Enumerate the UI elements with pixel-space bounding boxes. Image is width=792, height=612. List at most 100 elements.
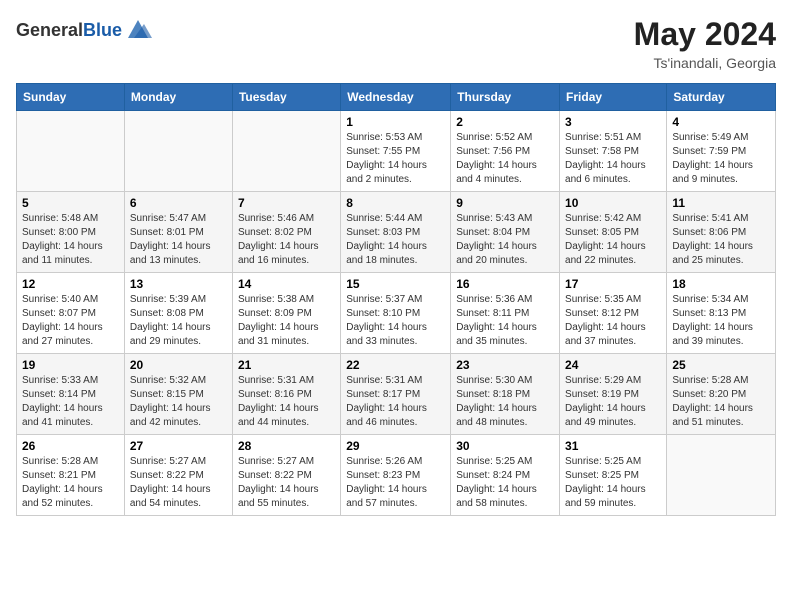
logo-text: GeneralBlue: [16, 20, 122, 41]
calendar-cell: 2 Sunrise: 5:52 AM Sunset: 7:56 PM Daylig…: [451, 111, 560, 192]
weekday-header-friday: Friday: [560, 84, 667, 111]
day-info: Sunrise: 5:39 AM Sunset: 8:08 PM Dayligh…: [130, 293, 227, 349]
day-info: Sunrise: 5:33 AM Sunset: 8:14 PM Dayligh…: [22, 374, 119, 430]
calendar-cell: 7 Sunrise: 5:46 AM Sunset: 8:02 PM Daylig…: [232, 192, 340, 273]
calendar-week-3: 12Sunrise: 5:40 AM Sunset: 8:07 PM Dayli…: [17, 273, 776, 354]
day-info: Sunrise: 5:46 AM Sunset: 8:02 PM Dayligh…: [238, 212, 335, 268]
calendar-cell: [232, 111, 340, 192]
logo: GeneralBlue: [16, 16, 152, 44]
calendar-cell: 3Sunrise: 5:51 AM Sunset: 7:58 PM Daylig…: [560, 111, 667, 192]
day-number: 30: [456, 439, 554, 453]
day-info: Sunrise: 5:53 AM Sunset: 7:55 PM Dayligh…: [346, 131, 445, 187]
day-info: Sunrise: 5:25 AM Sunset: 8:25 PM Dayligh…: [565, 455, 661, 511]
day-number: 15: [346, 277, 445, 291]
calendar-cell: 23 Sunrise: 5:30 AM Sunset: 8:18 PM Dayli…: [451, 354, 560, 435]
day-info: Sunrise: 5:29 AM Sunset: 8:19 PM Dayligh…: [565, 374, 661, 430]
logo-general: General: [16, 20, 83, 40]
calendar-cell: 28Sunrise: 5:27 AM Sunset: 8:22 PM Dayli…: [232, 435, 340, 516]
day-number: 3: [565, 115, 661, 129]
day-number: 1: [346, 115, 445, 129]
location-subtitle: Ts'inandali, Georgia: [634, 55, 776, 71]
calendar-cell: 22 Sunrise: 5:31 AM Sunset: 8:17 PM Dayli…: [341, 354, 451, 435]
calendar-cell: 15 Sunrise: 5:37 AM Sunset: 8:10 PM Dayli…: [341, 273, 451, 354]
day-number: 25: [672, 358, 770, 372]
calendar-cell: 24 Sunrise: 5:29 AM Sunset: 8:19 PM Dayli…: [560, 354, 667, 435]
calendar-cell: 8Sunrise: 5:44 AM Sunset: 8:03 PM Daylig…: [341, 192, 451, 273]
day-info: Sunrise: 5:48 AM Sunset: 8:00 PM Dayligh…: [22, 212, 119, 268]
day-number: 17: [565, 277, 661, 291]
day-number: 10: [565, 196, 661, 210]
calendar-cell: 31 Sunrise: 5:25 AM Sunset: 8:25 PM Dayli…: [560, 435, 667, 516]
weekday-header-sunday: Sunday: [17, 84, 125, 111]
calendar-cell: 30 Sunrise: 5:25 AM Sunset: 8:24 PM Dayli…: [451, 435, 560, 516]
calendar-cell: 19Sunrise: 5:33 AM Sunset: 8:14 PM Dayli…: [17, 354, 125, 435]
calendar-cell: 29Sunrise: 5:26 AM Sunset: 8:23 PM Dayli…: [341, 435, 451, 516]
day-number: 4: [672, 115, 770, 129]
calendar-cell: [667, 435, 776, 516]
day-number: 2: [456, 115, 554, 129]
calendar-cell: 21Sunrise: 5:31 AM Sunset: 8:16 PM Dayli…: [232, 354, 340, 435]
day-info: Sunrise: 5:44 AM Sunset: 8:03 PM Dayligh…: [346, 212, 445, 268]
day-number: 7: [238, 196, 335, 210]
calendar-cell: 17Sunrise: 5:35 AM Sunset: 8:12 PM Dayli…: [560, 273, 667, 354]
day-info: Sunrise: 5:49 AM Sunset: 7:59 PM Dayligh…: [672, 131, 770, 187]
calendar-cell: 13 Sunrise: 5:39 AM Sunset: 8:08 PM Dayli…: [124, 273, 232, 354]
day-info: Sunrise: 5:52 AM Sunset: 7:56 PM Dayligh…: [456, 131, 554, 187]
day-info: Sunrise: 5:27 AM Sunset: 8:22 PM Dayligh…: [238, 455, 335, 511]
calendar-week-1: 1 Sunrise: 5:53 AM Sunset: 7:55 PM Daylig…: [17, 111, 776, 192]
day-number: 14: [238, 277, 335, 291]
calendar-cell: 20 Sunrise: 5:32 AM Sunset: 8:15 PM Dayli…: [124, 354, 232, 435]
day-number: 26: [22, 439, 119, 453]
weekday-header-row: SundayMondayTuesdayWednesdayThursdayFrid…: [17, 84, 776, 111]
day-info: Sunrise: 5:34 AM Sunset: 8:13 PM Dayligh…: [672, 293, 770, 349]
day-number: 24: [565, 358, 661, 372]
day-number: 23: [456, 358, 554, 372]
day-number: 5: [22, 196, 119, 210]
page-header: GeneralBlue May 2024 Ts'inandali, Georgi…: [16, 16, 776, 71]
calendar-week-5: 26 Sunrise: 5:28 AM Sunset: 8:21 PM Dayli…: [17, 435, 776, 516]
day-number: 18: [672, 277, 770, 291]
calendar-cell: 4 Sunrise: 5:49 AM Sunset: 7:59 PM Daylig…: [667, 111, 776, 192]
logo-blue: Blue: [83, 20, 122, 40]
weekday-header-saturday: Saturday: [667, 84, 776, 111]
calendar-cell: 12Sunrise: 5:40 AM Sunset: 8:07 PM Dayli…: [17, 273, 125, 354]
day-info: Sunrise: 5:28 AM Sunset: 8:20 PM Dayligh…: [672, 374, 770, 430]
calendar-cell: 27Sunrise: 5:27 AM Sunset: 8:22 PM Dayli…: [124, 435, 232, 516]
day-info: Sunrise: 5:28 AM Sunset: 8:21 PM Dayligh…: [22, 455, 119, 511]
day-number: 9: [456, 196, 554, 210]
calendar-cell: 5 Sunrise: 5:48 AM Sunset: 8:00 PM Daylig…: [17, 192, 125, 273]
day-info: Sunrise: 5:30 AM Sunset: 8:18 PM Dayligh…: [456, 374, 554, 430]
day-number: 12: [22, 277, 119, 291]
day-info: Sunrise: 5:36 AM Sunset: 8:11 PM Dayligh…: [456, 293, 554, 349]
calendar-cell: [17, 111, 125, 192]
calendar-cell: 6Sunrise: 5:47 AM Sunset: 8:01 PM Daylig…: [124, 192, 232, 273]
day-number: 13: [130, 277, 227, 291]
day-number: 20: [130, 358, 227, 372]
day-info: Sunrise: 5:31 AM Sunset: 8:16 PM Dayligh…: [238, 374, 335, 430]
calendar-week-2: 5 Sunrise: 5:48 AM Sunset: 8:00 PM Daylig…: [17, 192, 776, 273]
calendar-cell: 11Sunrise: 5:41 AM Sunset: 8:06 PM Dayli…: [667, 192, 776, 273]
day-number: 16: [456, 277, 554, 291]
day-info: Sunrise: 5:38 AM Sunset: 8:09 PM Dayligh…: [238, 293, 335, 349]
calendar-cell: 26 Sunrise: 5:28 AM Sunset: 8:21 PM Dayli…: [17, 435, 125, 516]
day-info: Sunrise: 5:25 AM Sunset: 8:24 PM Dayligh…: [456, 455, 554, 511]
logo-icon: [124, 16, 152, 44]
calendar-cell: 14 Sunrise: 5:38 AM Sunset: 8:09 PM Dayli…: [232, 273, 340, 354]
weekday-header-thursday: Thursday: [451, 84, 560, 111]
calendar-cell: 18 Sunrise: 5:34 AM Sunset: 8:13 PM Dayli…: [667, 273, 776, 354]
weekday-header-monday: Monday: [124, 84, 232, 111]
calendar-cell: 1 Sunrise: 5:53 AM Sunset: 7:55 PM Daylig…: [341, 111, 451, 192]
day-info: Sunrise: 5:27 AM Sunset: 8:22 PM Dayligh…: [130, 455, 227, 511]
month-year-title: May 2024: [634, 16, 776, 53]
calendar-cell: 10 Sunrise: 5:42 AM Sunset: 8:05 PM Dayli…: [560, 192, 667, 273]
day-info: Sunrise: 5:47 AM Sunset: 8:01 PM Dayligh…: [130, 212, 227, 268]
calendar-cell: 16 Sunrise: 5:36 AM Sunset: 8:11 PM Dayli…: [451, 273, 560, 354]
day-number: 31: [565, 439, 661, 453]
day-info: Sunrise: 5:32 AM Sunset: 8:15 PM Dayligh…: [130, 374, 227, 430]
day-info: Sunrise: 5:31 AM Sunset: 8:17 PM Dayligh…: [346, 374, 445, 430]
day-info: Sunrise: 5:42 AM Sunset: 8:05 PM Dayligh…: [565, 212, 661, 268]
day-number: 22: [346, 358, 445, 372]
day-info: Sunrise: 5:37 AM Sunset: 8:10 PM Dayligh…: [346, 293, 445, 349]
day-info: Sunrise: 5:26 AM Sunset: 8:23 PM Dayligh…: [346, 455, 445, 511]
calendar-cell: [124, 111, 232, 192]
